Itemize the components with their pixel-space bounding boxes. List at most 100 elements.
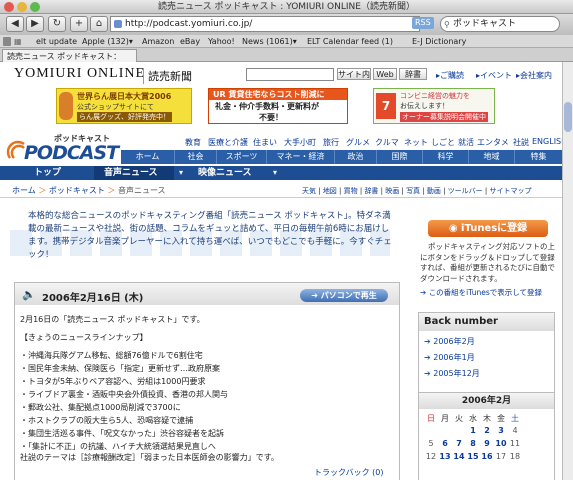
cal-day[interactable]: 16 — [480, 450, 494, 463]
bookmark-item[interactable]: Amazon — [142, 35, 174, 48]
cal-day[interactable]: 6 — [438, 437, 452, 450]
cal-day-header: 月 — [441, 413, 449, 423]
nav-top-item[interactable]: ネット — [404, 137, 428, 148]
breadcrumb-home[interactable]: ホーム — [12, 186, 36, 195]
nav-top-item[interactable]: 住まい — [253, 137, 277, 148]
itunes-register-button[interactable]: ◉ iTunesに登録 — [428, 220, 548, 237]
pc-play-button[interactable]: ➔ パソコンで再生 — [300, 289, 388, 302]
cal-day[interactable]: 8 — [466, 437, 480, 450]
cal-day[interactable]: 9 — [480, 437, 494, 450]
nav-top-item[interactable]: 教育 — [185, 137, 201, 148]
back-number-item[interactable]: ➔ 2005年12月 — [424, 368, 480, 379]
reload-button[interactable]: ↻ — [48, 16, 66, 32]
utility-nav-item[interactable]: 動画 — [427, 187, 441, 195]
link-subscribe[interactable]: ▸ご購読 — [436, 70, 464, 81]
back-number-item[interactable]: ➔ 2006年2月 — [424, 336, 475, 347]
subnav-audio-tab[interactable]: 音声ニュース — [94, 166, 174, 180]
utility-nav-item[interactable]: 地図 — [323, 187, 337, 195]
home-button[interactable]: ⌂ — [90, 16, 108, 32]
close-window-button[interactable] — [4, 2, 14, 12]
site-search-button[interactable]: サイト内 — [337, 68, 371, 80]
tab-podcast[interactable]: 読売ニュース ポッドキャスト： — [2, 49, 137, 62]
dropdown-icon[interactable]: ▾ — [174, 166, 188, 180]
utility-nav-item[interactable]: サイトマップ — [490, 187, 532, 195]
cal-day[interactable]: 3 — [494, 424, 508, 437]
dropdown-icon[interactable]: ▾ — [268, 166, 282, 180]
zoom-window-button[interactable] — [30, 2, 40, 12]
nav-top-item[interactable]: 就活 — [458, 137, 474, 148]
podcast-logo[interactable]: ポッドキャスト PODCAST — [6, 130, 120, 168]
nav-top-item[interactable]: エンタメ — [477, 137, 509, 148]
nav-top-item[interactable]: グルメ — [346, 137, 370, 148]
cal-day: 17 — [495, 452, 507, 461]
nav-top-item[interactable]: クルマ — [375, 137, 399, 148]
back-button[interactable]: ◀ — [6, 16, 24, 32]
nav-main-item[interactable]: 地域 — [469, 150, 515, 164]
cal-day[interactable]: 7 — [452, 437, 466, 450]
cal-day[interactable]: 1 — [466, 424, 480, 437]
cal-day: 12 — [425, 452, 437, 461]
search-field[interactable]: ⚲ ポッドキャスト — [440, 16, 560, 32]
nav-main-item[interactable]: 政治 — [335, 150, 377, 164]
bookmark-item[interactable]: Yahoo! — [208, 35, 235, 48]
back-number-item[interactable]: ➔ 2006年1月 — [424, 352, 475, 363]
link-company[interactable]: ▸会社案内 — [516, 70, 552, 81]
itunes-link[interactable]: ➔ この番組をiTunesで表示して登録 — [420, 287, 542, 298]
link-events[interactable]: ▸イベント — [476, 70, 512, 81]
utility-nav-item[interactable]: 辞書 — [364, 187, 378, 195]
web-search-button[interactable]: Web — [373, 68, 397, 80]
utility-nav-item[interactable]: 写真 — [406, 187, 420, 195]
cal-day[interactable]: 13 — [438, 450, 452, 463]
ad-convenience-store[interactable]: 7 コンビニ経営の魅力を お伝えします！ オーナー募集説明会開催中 — [373, 88, 495, 124]
rss-button[interactable]: RSS — [412, 17, 434, 29]
bookmark-item[interactable]: elt update — [36, 35, 77, 48]
bookmark-item[interactable]: ELT Calendar feed (1) — [307, 35, 393, 48]
utility-nav: 天気 | 地図 | 買物 | 辞書 | 映画 | 写真 | 動画 | ツールバー… — [302, 187, 532, 195]
url-field[interactable]: http://podcast.yomiuri.co.jp/ — [110, 16, 420, 32]
utility-nav-item[interactable]: 天気 — [302, 187, 316, 195]
nav-main-item[interactable]: スポーツ — [217, 150, 267, 164]
nav-main-item[interactable]: 国際 — [377, 150, 423, 164]
cal-day[interactable]: 10 — [494, 437, 508, 450]
utility-nav-item[interactable]: 買物 — [344, 187, 358, 195]
nav-top-item[interactable]: 社説 — [513, 137, 529, 148]
cal-day[interactable]: 14 — [452, 450, 466, 463]
nav-top-item[interactable]: 旅行 — [323, 137, 339, 148]
bookmark-item[interactable]: Apple (132)▾ — [82, 35, 133, 48]
scrollbar-thumb[interactable] — [564, 102, 572, 132]
nav-main-item[interactable]: 社会 — [175, 150, 217, 164]
nav-main-item[interactable]: 科学 — [423, 150, 469, 164]
bookmark-item[interactable]: eBay — [180, 35, 200, 48]
nav-top-item[interactable]: 大手小町 — [284, 137, 316, 148]
ad-orchid-show[interactable]: 世界らん展日本大賞2006 公式ショップサイトにて らん展グッズ、好評発売中！ — [56, 88, 192, 124]
nav-top-item[interactable]: ENGLISH — [532, 137, 562, 146]
add-bookmark-button[interactable]: + — [70, 16, 88, 32]
vertical-scrollbar[interactable] — [562, 62, 573, 480]
utility-nav-item[interactable]: ツールバー — [448, 187, 483, 195]
subnav-top-tab[interactable]: トップ — [24, 166, 84, 180]
nav-main-item[interactable]: マネー・経済 — [267, 150, 335, 164]
bookmarks-bar: ▦ elt update Apple (132)▾ Amazon eBay Ya… — [0, 35, 573, 48]
grid-icon[interactable]: ▦ — [14, 37, 24, 46]
nav-top-item[interactable]: しごと — [431, 137, 455, 148]
trackback-link[interactable]: トラックバック (0) — [314, 467, 383, 478]
cal-day[interactable]: 2 — [480, 424, 494, 437]
subnav-video-tab[interactable]: 映像ニュース — [188, 166, 268, 180]
breadcrumb-podcast[interactable]: ポッドキャスト — [49, 186, 105, 195]
bookmarks-book-icon[interactable] — [3, 37, 11, 46]
nav-main-item[interactable]: 特集 — [515, 150, 562, 164]
site-logo[interactable]: YOMIURI ONLINE — [14, 66, 145, 82]
cal-day: 11 — [509, 439, 521, 448]
bookmark-item[interactable]: News (1061)▾ — [242, 35, 297, 48]
cal-day[interactable]: 15 — [466, 450, 480, 463]
utility-nav-item[interactable]: 映画 — [385, 187, 399, 195]
itunes-link-label: この番組をiTunesで表示して登録 — [428, 288, 543, 297]
dictionary-button[interactable]: 辞書 — [399, 68, 427, 80]
nav-main-item[interactable]: ホーム — [121, 150, 175, 164]
site-search-input[interactable] — [246, 68, 334, 81]
bookmark-item[interactable]: E-J Dictionary — [412, 35, 466, 48]
forward-button[interactable]: ▶ — [26, 16, 44, 32]
nav-top-item[interactable]: 医療と介護 — [208, 137, 248, 148]
ad-ur-housing[interactable]: UR 賃貸住宅ならコスト削減に 礼金・仲介手数料・更新料が 不要！ — [208, 88, 348, 124]
minimize-window-button[interactable] — [17, 2, 27, 12]
